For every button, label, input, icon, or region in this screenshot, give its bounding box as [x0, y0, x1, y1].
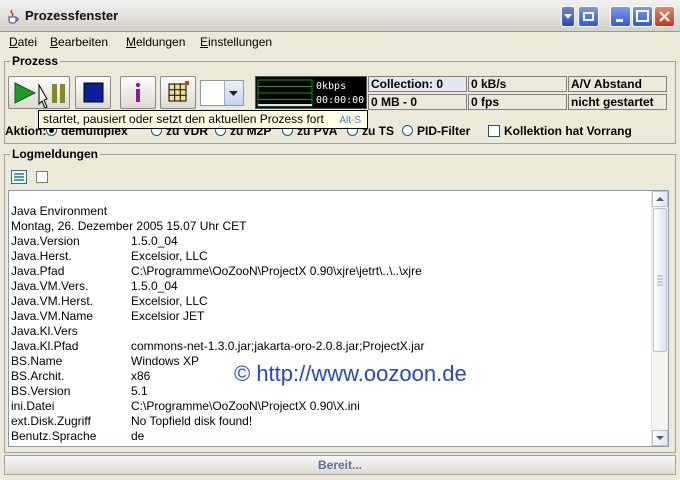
log-line: Montag, 26. Dezember 2005 15.07 Uhr CET	[11, 219, 247, 233]
log-key: Benutz.Sprache	[11, 429, 97, 443]
preset-select[interactable]	[200, 80, 244, 106]
tooltip: startet, pausiert oder setzt den aktuell…	[38, 110, 368, 129]
grip-icon	[657, 275, 663, 286]
log-value: No Topfield disk found!	[131, 414, 253, 428]
chevron-down-icon	[564, 14, 572, 19]
scroll-thumb[interactable]	[653, 208, 667, 352]
stop-icon	[83, 82, 104, 103]
list-view-icon[interactable]	[11, 170, 27, 184]
window-menu-button[interactable]	[561, 6, 575, 27]
start-pause-button[interactable]	[8, 76, 70, 109]
menu-einstellungen[interactable]: Einstellungen	[200, 35, 272, 49]
chevron-up-icon	[656, 197, 664, 201]
restore-icon	[583, 12, 594, 21]
log-value: commons-net-1.3.0.jar;jakarta-oro-2.0.8.…	[131, 339, 425, 353]
menu-bar: Datei Bearbeiten Meldungen Einstellungen	[0, 32, 680, 52]
log-value: C:\Programme\OoZooN\ProjectX 0.90\xjre\j…	[131, 264, 422, 278]
log-key: BS.Name	[11, 354, 63, 368]
megabytes-status: 0 MB - 0	[368, 94, 467, 110]
stop-button[interactable]	[75, 76, 111, 109]
tooltip-accelerator: Alt-S	[339, 115, 361, 126]
log-line: Java Environment	[11, 204, 108, 218]
status-bar: Bereit...	[4, 455, 676, 475]
info-icon	[135, 82, 141, 102]
log-key: BS.Archit.	[11, 369, 65, 383]
log-key: Java.Herst.	[11, 249, 72, 263]
log-value: 1.5.0_04	[131, 279, 178, 293]
meter-rate: 0kbps	[316, 81, 347, 92]
log-key: ext.Disk.Zugriff	[11, 414, 91, 428]
log-value: x86	[131, 369, 151, 383]
process-state: nicht gestartet	[568, 94, 667, 110]
scroll-down-button[interactable]	[652, 430, 668, 446]
restore-button[interactable]	[578, 6, 599, 27]
log-key: Java.VM.Name	[11, 309, 94, 323]
title-bar[interactable]: Prozessfenster	[0, 0, 680, 32]
radio-label-pid-filter[interactable]: PID-Filter	[417, 124, 470, 138]
java-cup-icon	[8, 9, 19, 24]
chevron-down-icon	[229, 91, 238, 96]
av-offset-label: A/V Abstand	[568, 76, 667, 92]
log-value: Excelsior, LLC	[131, 249, 208, 263]
log-value: Windows XP	[131, 354, 200, 368]
log-key: BS.Version	[11, 384, 71, 398]
log-value: Excelsior JET	[131, 309, 205, 323]
kollektion-vorrang-label[interactable]: Kollektion hat Vorrang	[504, 124, 632, 138]
tooltip-text: startet, pausiert oder setzt den aktuell…	[43, 112, 324, 126]
scroll-up-button[interactable]	[652, 191, 668, 207]
menu-datei[interactable]: Datei	[9, 35, 37, 49]
collection-status: Collection: 0	[368, 76, 467, 92]
transfer-rate: 0 kB/s	[468, 76, 567, 92]
log-value: Excelsior, LLC	[131, 294, 208, 308]
log-key: Java.VM.Herst.	[11, 294, 94, 308]
log-value: C:\Programme\OoZooN\ProjectX 0.90\X.ini	[131, 399, 360, 413]
fps-status: 0 fps	[468, 94, 567, 110]
log-value: 5.1	[131, 384, 148, 398]
log-key: Java.VM.Vers.	[11, 279, 89, 293]
grid-button[interactable]	[160, 76, 196, 109]
log-option-checkbox[interactable]	[36, 171, 48, 183]
log-key: ini.Datei	[11, 399, 55, 413]
watermark: © http://www.oozoon.de	[234, 361, 467, 386]
minimize-button[interactable]	[610, 6, 631, 27]
log-text-area[interactable]: Java Environment Montag, 26. Dezember 20…	[8, 190, 669, 447]
radio-pid-filter[interactable]	[402, 125, 413, 136]
maximize-icon	[636, 10, 649, 22]
log-group-title: Logmeldungen	[10, 147, 100, 161]
minimize-icon	[616, 19, 623, 22]
vertical-scrollbar[interactable]	[651, 191, 668, 446]
close-icon	[659, 11, 670, 22]
chevron-down-icon	[656, 436, 664, 440]
process-group-title: Prozess	[10, 54, 61, 68]
bitrate-meter: 0kbps 00:00:00	[255, 76, 367, 109]
log-key: Java.Pfad	[11, 264, 65, 278]
window-title: Prozessfenster	[25, 8, 119, 23]
meter-time: 00:00:00	[316, 95, 365, 106]
maximize-button[interactable]	[632, 6, 653, 27]
info-button[interactable]	[120, 76, 156, 109]
log-key: Java.Kl.Vers	[11, 324, 78, 338]
grid-icon	[168, 81, 189, 102]
log-value: de	[131, 429, 145, 443]
close-button[interactable]	[654, 6, 675, 27]
log-key: Java.Version	[11, 234, 80, 248]
log-value: 1.5.0_04	[131, 234, 178, 248]
menu-bearbeiten[interactable]: Bearbeiten	[50, 35, 108, 49]
combo-dropdown-arrow[interactable]	[224, 81, 243, 105]
kollektion-vorrang-checkbox[interactable]	[488, 125, 500, 137]
log-key: Java.Kl.Pfad	[11, 339, 79, 353]
menu-meldungen[interactable]: Meldungen	[126, 35, 185, 49]
play-pause-icon	[14, 82, 65, 108]
